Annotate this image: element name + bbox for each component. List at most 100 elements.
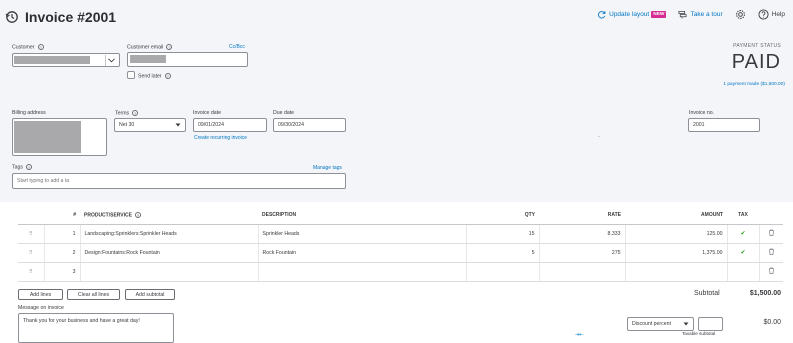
help-button[interactable]: Help [758, 9, 785, 20]
tax-cell[interactable]: ✔ [726, 224, 759, 244]
description-cell[interactable]: Rock Fountain [257, 243, 466, 263]
manage-tags-link[interactable]: Manage tags [313, 165, 342, 171]
add-subtotal-button[interactable]: Add subtotal [125, 289, 175, 300]
tax-header: TAX [727, 206, 759, 225]
terms-select[interactable]: Net 30 [114, 118, 186, 132]
table-header-row: # PRODUCT/SERVICE? DESCRIPTION QTY RATE … [18, 206, 783, 225]
signpost-icon [678, 10, 687, 19]
clear-all-lines-button[interactable]: Clear all lines [67, 289, 120, 300]
trash-icon [768, 248, 774, 255]
product-cell[interactable]: Landscaping:Sprinklers:Sprinkler Heads [79, 224, 258, 244]
send-later-text: Send later [138, 73, 162, 80]
rate-header: RATE [539, 206, 625, 225]
info-icon[interactable]: ? [134, 211, 141, 218]
trash-icon [768, 229, 774, 236]
discount-input[interactable] [698, 317, 723, 331]
invoice-no-value: 2001 [693, 122, 705, 128]
subtotal-label: Subtotal [694, 290, 720, 297]
history-icon[interactable] [5, 10, 19, 24]
rate-cell[interactable]: 8.333 [538, 224, 625, 244]
help-label: Help [771, 11, 785, 18]
drag-handle-icon[interactable]: ⠿ [18, 262, 44, 282]
tags-label: Tags? [12, 164, 32, 170]
tax-cell[interactable] [726, 262, 759, 282]
amount-header: AMOUNT [625, 206, 727, 225]
customer-label-text: Customer [12, 44, 35, 51]
amount-cell[interactable]: 1,375.00 [624, 243, 727, 263]
discount-type-select[interactable]: Discount percent [627, 317, 694, 331]
amount-cell[interactable] [624, 262, 727, 282]
settings-button[interactable] [735, 9, 746, 20]
info-icon[interactable]: ? [132, 110, 139, 116]
page-title: Invoice #2001 [25, 9, 117, 25]
delete-row-button[interactable] [758, 262, 783, 282]
qty-cell[interactable]: 5 [465, 243, 539, 263]
info-icon[interactable]: ? [37, 44, 44, 50]
billing-address-label: Billing address [12, 110, 46, 116]
dot-marker: · [598, 134, 600, 140]
due-date-value: 09/30/2024 [278, 122, 304, 128]
tags-input[interactable] [12, 173, 346, 189]
qty-cell[interactable]: 15 [465, 224, 539, 244]
help-icon [758, 9, 769, 20]
line-items-table: # PRODUCT/SERVICE? DESCRIPTION QTY RATE … [18, 206, 783, 282]
table-row[interactable]: ⠿ 1 Landscaping:Sprinklers:Sprinkler Hea… [18, 224, 783, 244]
message-field[interactable]: Thank you for your business and have a g… [18, 313, 174, 343]
product-cell[interactable] [79, 262, 258, 282]
rate-cell[interactable] [538, 262, 625, 282]
table-row[interactable]: ⠿ 2 Design:Fountains:Rock Fountain Rock … [18, 243, 783, 263]
drag-handle-icon[interactable]: ⠿ [18, 243, 44, 263]
taxable-subtotal-label: Taxable subtotal [682, 331, 716, 336]
update-layout-button[interactable]: Update layout NEW [597, 10, 667, 19]
info-icon[interactable]: ? [166, 44, 173, 50]
invoice-date-value: 09/01/2024 [198, 122, 224, 128]
description-cell[interactable]: Sprinkler Heads [257, 224, 466, 244]
take-tour-label: Take a tour [690, 11, 723, 18]
amount-cell[interactable]: 125.00 [624, 224, 727, 244]
terms-label-text: Terms [115, 110, 130, 117]
invoice-date-label: Invoice date [193, 110, 221, 116]
invoice-no-field[interactable]: 2001 [688, 118, 760, 132]
create-recurring-link[interactable]: Create recurring invoice [194, 135, 247, 141]
caret-down-icon [683, 322, 689, 326]
delete-row-button[interactable] [758, 224, 783, 244]
chevron-down-icon [108, 57, 115, 62]
qty-cell[interactable] [465, 262, 539, 282]
info-icon[interactable]: ? [164, 73, 171, 79]
description-cell[interactable] [257, 262, 466, 282]
tax-cell[interactable]: ✔ [726, 243, 759, 263]
discount-type-value: Discount percent [632, 321, 671, 327]
num-header: # [44, 206, 80, 225]
rate-cell[interactable]: 275 [538, 243, 625, 263]
take-tour-button[interactable]: Take a tour [678, 10, 723, 19]
product-header-text: PRODUCT/SERVICE [84, 211, 132, 218]
caret-down-icon [175, 123, 181, 127]
message-label: Message on invoice [18, 305, 64, 311]
payment-made-link[interactable]: 1 payment made ($1,500.00) [723, 82, 785, 87]
cc-bcc-link[interactable]: Cc/Bcc [229, 44, 245, 50]
select-divider [105, 55, 106, 66]
discount-value: $0.00 [763, 319, 781, 326]
row-number: 2 [43, 243, 80, 263]
add-lines-button[interactable]: Add lines [18, 289, 63, 300]
payment-status-value: PAID [731, 51, 781, 73]
update-layout-label: Update layout [609, 11, 650, 18]
subtotal-value: $1,500.00 [749, 290, 781, 297]
invoice-date-field[interactable]: 09/01/2024 [193, 118, 267, 132]
drag-handle-icon[interactable]: ⠿ [18, 224, 44, 244]
info-icon[interactable]: ? [25, 164, 32, 170]
row-number: 3 [43, 262, 80, 282]
new-badge: NEW [651, 11, 667, 18]
send-later-checkbox[interactable] [127, 71, 135, 79]
description-header: DESCRIPTION [258, 206, 466, 225]
qty-header: QTY [466, 206, 539, 225]
title-row: Invoice #2001 [5, 7, 116, 27]
check-icon: ✔ [740, 231, 746, 237]
customer-label: Customer? [12, 44, 44, 50]
due-date-field[interactable]: 09/30/2024 [273, 118, 346, 132]
tags-label-text: Tags [12, 164, 23, 171]
delete-row-button[interactable] [758, 243, 783, 263]
table-row[interactable]: ⠿ 3 [18, 262, 783, 282]
product-cell[interactable]: Design:Fountains:Rock Fountain [79, 243, 258, 263]
collapse-arrows-icon[interactable]: ⇥⇤ [575, 332, 583, 338]
